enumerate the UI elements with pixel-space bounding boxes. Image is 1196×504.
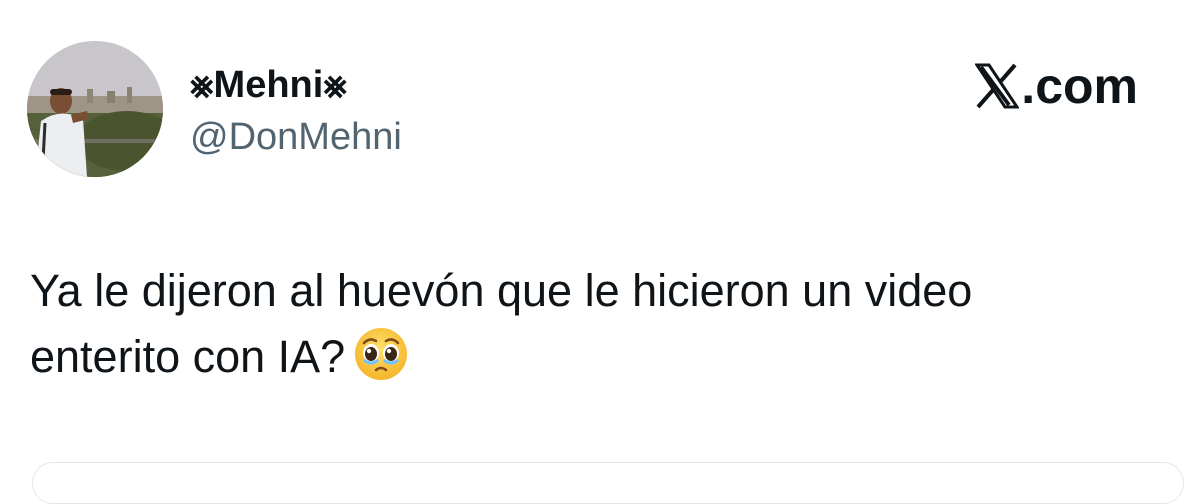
author-handle[interactable]: @DonMehni xyxy=(190,114,402,160)
x-logo-icon xyxy=(975,63,1020,109)
pleading-face-emoji-icon xyxy=(355,328,408,380)
tweet-card: ⨳Mehni⨳ @DonMehni .com Ya le dijeron al … xyxy=(0,0,1196,504)
tweet-text-line-1: Ya le dijeron al huevón que le hicieron … xyxy=(30,265,973,316)
tweet-text: Ya le dijeron al huevón que le hicieron … xyxy=(30,258,1170,390)
author-display-name[interactable]: ⨳Mehni⨳ xyxy=(190,62,347,108)
quoted-media-card[interactable] xyxy=(32,462,1184,504)
avatar[interactable] xyxy=(27,41,163,177)
tweet-text-line-2: enterito con IA? xyxy=(30,331,346,382)
profile-photo-icon xyxy=(27,41,163,177)
brand-link[interactable]: .com xyxy=(975,58,1138,114)
brand-label: .com xyxy=(1021,58,1138,114)
